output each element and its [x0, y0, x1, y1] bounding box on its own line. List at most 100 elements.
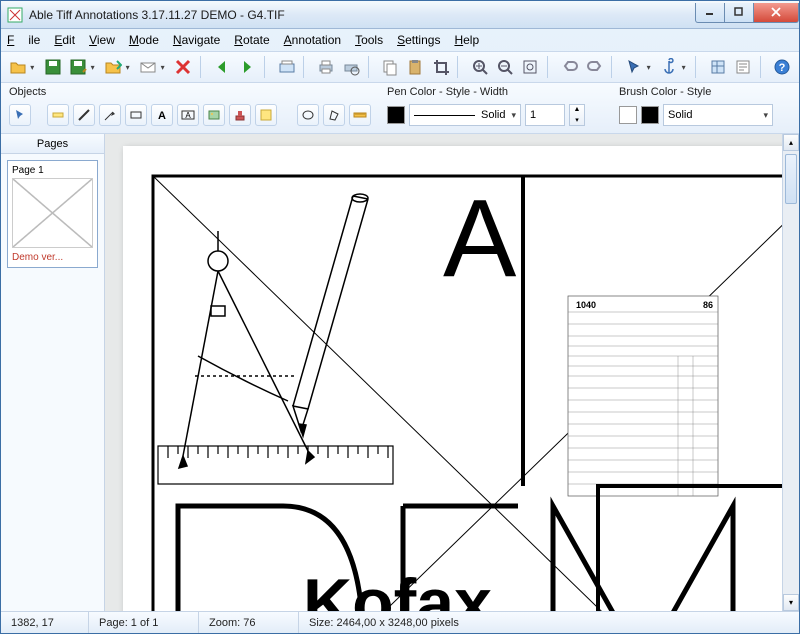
menu-mode[interactable]: Mode [129, 33, 159, 47]
scroll-thumb[interactable] [785, 154, 797, 204]
save-dropdown[interactable]: ▾ [91, 63, 99, 72]
big-letter: A [443, 177, 517, 300]
stamp-tool[interactable] [229, 104, 251, 126]
sub-toolbar: Objects A A Pen Color - Style - Widt [1, 83, 799, 134]
brush-panel: Brush Color - Style Solid ▾ [611, 83, 799, 133]
pointer-dropdown[interactable]: ▾ [647, 63, 655, 72]
menu-annotation[interactable]: Annotation [284, 33, 341, 47]
window-buttons [696, 3, 799, 23]
text-box-tool[interactable]: A [177, 104, 199, 126]
objects-label: Objects [9, 86, 371, 98]
menu-help[interactable]: Help [454, 33, 479, 47]
brush-color-swatch[interactable] [641, 106, 659, 124]
export-dropdown[interactable]: ▾ [126, 63, 134, 72]
svg-text:A: A [185, 111, 191, 120]
image-tool[interactable] [203, 104, 225, 126]
anchor-dropdown[interactable]: ▾ [682, 63, 690, 72]
ruler-tool[interactable] [349, 104, 371, 126]
thumb-label: Page 1 [12, 165, 93, 176]
brush-bg-swatch[interactable] [619, 106, 637, 124]
open-dropdown[interactable]: ▾ [30, 63, 38, 72]
print-preview-button[interactable] [340, 56, 361, 78]
minimize-button[interactable] [695, 3, 725, 23]
crop-button[interactable] [430, 56, 451, 78]
zoom-fit-button[interactable] [520, 56, 541, 78]
ellipse-tool[interactable] [297, 104, 319, 126]
zoom-in-button[interactable] [469, 56, 490, 78]
arrow-tool[interactable] [99, 104, 121, 126]
status-zoom: Zoom: 76 [199, 612, 299, 633]
export-button[interactable] [102, 56, 123, 78]
select-tool[interactable] [9, 104, 31, 126]
page-thumbnail[interactable]: Page 1 Demo ver... [7, 160, 98, 268]
chevron-down-icon: ▾ [511, 110, 516, 121]
menu-rotate[interactable]: Rotate [234, 33, 269, 47]
text-tool[interactable]: A [151, 104, 173, 126]
menu-file[interactable]: File [7, 33, 40, 47]
pages-header: Pages [1, 134, 104, 154]
menu-view[interactable]: View [89, 33, 115, 47]
paste-button[interactable] [405, 56, 426, 78]
print-button[interactable] [315, 56, 336, 78]
highlight-tool[interactable] [47, 104, 69, 126]
status-page: Page: 1 of 1 [89, 612, 199, 633]
menu-settings[interactable]: Settings [397, 33, 440, 47]
demo-watermark-label: Demo ver... [12, 252, 93, 263]
open-button[interactable] [7, 56, 28, 78]
svg-text:A: A [158, 110, 166, 122]
pen-style-combo[interactable]: Solid ▾ [409, 104, 521, 126]
pen-color-swatch[interactable] [387, 106, 405, 124]
zoom-out-button[interactable] [494, 56, 515, 78]
app-icon [7, 7, 23, 23]
status-coords: 1382, 17 [1, 612, 89, 633]
redo-button[interactable] [584, 56, 605, 78]
titlebar: Able Tiff Annotations 3.17.11.27 DEMO - … [1, 1, 799, 29]
document-page: A [123, 146, 799, 611]
maximize-button[interactable] [724, 3, 754, 23]
close-button[interactable] [753, 3, 799, 23]
anchor-tool[interactable] [658, 56, 679, 78]
pen-panel: Pen Color - Style - Width Solid ▾ 1 ▲▾ [379, 83, 611, 133]
brand-text: Kofax [303, 565, 492, 611]
layers-button[interactable] [707, 56, 728, 78]
delete-button[interactable] [172, 56, 193, 78]
mail-dropdown[interactable]: ▾ [161, 63, 169, 72]
brush-style-value: Solid [668, 109, 692, 121]
save-as-button[interactable] [67, 56, 88, 78]
canvas[interactable]: A [105, 134, 799, 611]
rect-tool[interactable] [125, 104, 147, 126]
menubar: File Edit View Mode Navigate Rotate Anno… [1, 29, 799, 51]
save-button[interactable] [42, 56, 63, 78]
statusbar: 1382, 17 Page: 1 of 1 Zoom: 76 Size: 246… [1, 611, 799, 633]
main-toolbar: ▾ ▾ ▾ ▾ ▾ ▾ ? [1, 51, 799, 83]
scan-button[interactable] [276, 56, 297, 78]
mail-button[interactable] [137, 56, 158, 78]
pen-style-value: Solid [481, 109, 505, 121]
work-area: Pages Page 1 Demo ver... [1, 134, 799, 611]
help-button[interactable]: ? [772, 56, 793, 78]
note-tool[interactable] [255, 104, 277, 126]
menu-edit[interactable]: Edit [54, 33, 75, 47]
undo-button[interactable] [559, 56, 580, 78]
line-tool[interactable] [73, 104, 95, 126]
status-size: Size: 2464,00 x 3248,00 pixels [299, 612, 799, 633]
svg-text:1040: 1040 [576, 300, 596, 310]
menu-tools[interactable]: Tools [355, 33, 383, 47]
thumb-image [12, 178, 93, 248]
scroll-down-button[interactable]: ▾ [783, 594, 799, 611]
scroll-up-button[interactable]: ▴ [783, 134, 799, 151]
brush-label: Brush Color - Style [619, 86, 791, 98]
pen-width-spinner[interactable]: ▲▾ [569, 104, 585, 126]
pen-width-field[interactable]: 1 [525, 104, 565, 126]
vertical-scrollbar[interactable]: ▴ ▾ [782, 134, 799, 611]
window-title: Able Tiff Annotations 3.17.11.27 DEMO - … [29, 8, 696, 22]
next-button[interactable] [237, 56, 258, 78]
menu-navigate[interactable]: Navigate [173, 33, 220, 47]
pen-label: Pen Color - Style - Width [387, 86, 603, 98]
brush-style-combo[interactable]: Solid ▾ [663, 104, 773, 126]
properties-button[interactable] [732, 56, 753, 78]
polygon-tool[interactable] [323, 104, 345, 126]
copy-button[interactable] [379, 56, 400, 78]
pointer-tool[interactable] [623, 56, 644, 78]
prev-button[interactable] [211, 56, 232, 78]
